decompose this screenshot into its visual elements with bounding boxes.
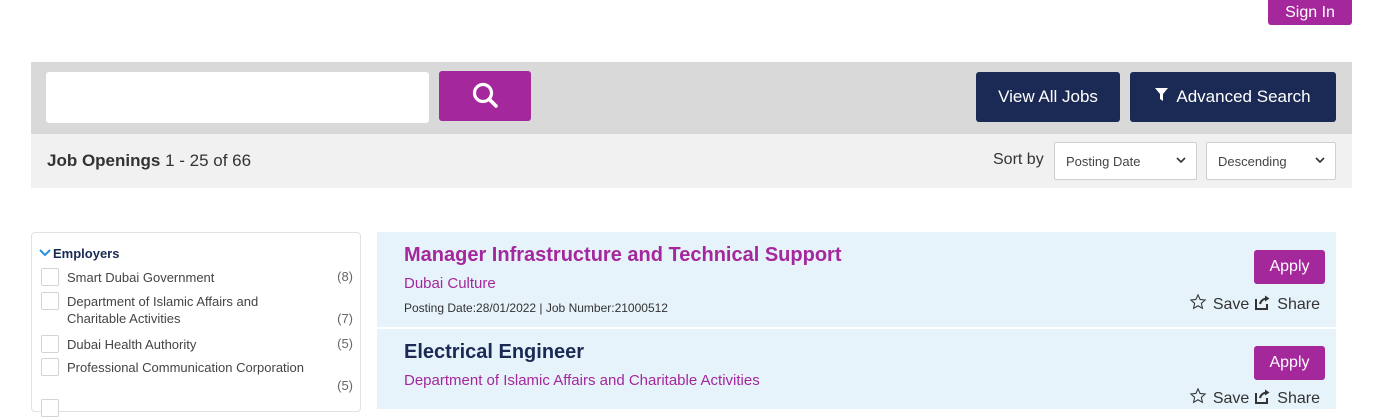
advanced-search-button[interactable]: Advanced Search <box>1130 72 1336 122</box>
facet-item[interactable]: Smart Dubai Government (8) <box>41 268 353 286</box>
sort-order-value: Descending <box>1218 153 1287 169</box>
search-input[interactable] <box>46 72 429 123</box>
share-icon <box>1255 294 1271 315</box>
save-label: Save <box>1212 389 1250 407</box>
facet-checkbox[interactable] <box>41 335 59 353</box>
job-card: Manager Infrastructure and Technical Sup… <box>377 232 1336 328</box>
results-label: Job Openings <box>47 151 161 170</box>
facet-item-count: (7) <box>337 311 353 326</box>
facet-item-label: Dubai Health Authority <box>67 337 197 352</box>
advanced-search-label: Advanced Search <box>1176 87 1311 106</box>
search-toolbar: View All Jobs Advanced Search <box>31 62 1352 134</box>
job-meta: Posting Date:28/01/2022 | Job Number:210… <box>404 301 668 315</box>
job-card: Electrical Engineer Department of Islami… <box>377 329 1336 409</box>
chevron-down-icon <box>1314 154 1326 169</box>
results-bar: Job Openings 1 - 25 of 66 Sort by Postin… <box>31 134 1352 188</box>
facet-title[interactable]: Employers <box>39 246 119 261</box>
facet-checkbox[interactable] <box>41 399 59 417</box>
share-label: Share <box>1277 389 1320 407</box>
facet-checkbox[interactable] <box>41 268 59 286</box>
job-actions: Save Share <box>1189 293 1320 316</box>
share-label: Share <box>1277 295 1320 313</box>
apply-button[interactable]: Apply <box>1254 346 1325 380</box>
facet-checkbox[interactable] <box>41 292 59 310</box>
job-employer[interactable]: Department of Islamic Affairs and Charit… <box>404 372 760 389</box>
job-employer[interactable]: Dubai Culture <box>404 275 496 292</box>
view-all-jobs-button[interactable]: View All Jobs <box>976 72 1120 122</box>
sort-field-select[interactable]: Posting Date <box>1054 142 1197 180</box>
facet-checkbox[interactable] <box>41 358 59 376</box>
facet-item-count: (8) <box>337 269 353 284</box>
chevron-down-icon <box>39 246 51 261</box>
facet-item-label: Department of Islamic Affairs and Charit… <box>67 294 259 326</box>
search-button[interactable] <box>439 71 531 121</box>
job-title[interactable]: Electrical Engineer <box>404 341 584 364</box>
share-icon <box>1255 388 1271 409</box>
chevron-down-icon <box>1175 154 1187 169</box>
facet-item-label: Smart Dubai Government <box>67 270 215 285</box>
results-count: Job Openings 1 - 25 of 66 <box>47 151 251 171</box>
facet-item[interactable]: Professional Communication Corporation (… <box>41 358 353 394</box>
save-action[interactable]: Save <box>1189 293 1249 316</box>
star-icon <box>1189 387 1207 410</box>
apply-button[interactable]: Apply <box>1254 250 1325 284</box>
share-action[interactable]: Share <box>1255 294 1320 315</box>
save-action[interactable]: Save <box>1189 387 1249 410</box>
job-title[interactable]: Manager Infrastructure and Technical Sup… <box>404 244 841 267</box>
save-label: Save <box>1212 295 1250 313</box>
job-actions: Save Share <box>1189 387 1320 410</box>
filter-icon <box>1155 87 1169 107</box>
facet-item-count: (5) <box>337 378 353 393</box>
share-action[interactable]: Share <box>1255 388 1320 409</box>
sort-label: Sort by <box>993 151 1044 168</box>
employers-facet-panel: Employers Smart Dubai Government (8) Dep… <box>31 232 361 417</box>
facet-item[interactable]: Dubai Health Authority (5) <box>41 335 353 353</box>
sort-order-select[interactable]: Descending <box>1206 142 1336 180</box>
facet-item[interactable]: Department of Islamic Affairs and Charit… <box>41 292 353 328</box>
results-range: 1 - 25 of 66 <box>165 151 252 170</box>
star-icon <box>1189 293 1207 316</box>
sort-field-value: Posting Date <box>1066 153 1141 169</box>
facet-title-label: Employers <box>53 246 120 261</box>
sign-in-button[interactable]: Sign In <box>1268 0 1352 25</box>
magnifier-icon <box>471 81 499 112</box>
facet-item-label: Professional Communication Corporation <box>67 360 305 375</box>
facet-item-count: (5) <box>337 336 353 351</box>
facet-item[interactable] <box>41 399 353 417</box>
